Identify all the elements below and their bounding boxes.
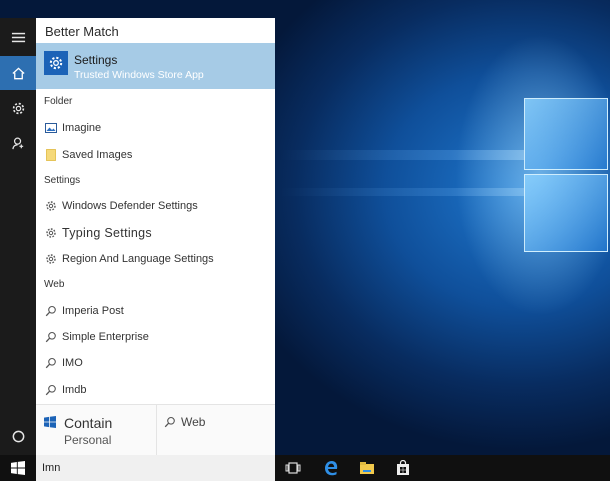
web-result-item[interactable]: Imperia Post <box>44 301 124 321</box>
file-explorer-button[interactable] <box>358 459 376 477</box>
power-icon <box>12 430 24 442</box>
windows-icon <box>11 461 25 475</box>
contain-title: Contain <box>64 415 113 431</box>
best-match-result[interactable]: Settings Trusted Windows Store App <box>36 43 275 89</box>
search-filter-bar: Contain Personal Web <box>36 404 275 456</box>
home-icon <box>11 66 25 79</box>
web-result-label: Simple Enterprise <box>62 331 149 343</box>
light-beam <box>280 150 524 160</box>
best-match-subtitle: Trusted Windows Store App <box>74 69 204 81</box>
settings-rail-button[interactable] <box>0 91 36 125</box>
windows-icon <box>44 416 56 428</box>
settings-result-item[interactable]: Windows Defender Settings <box>44 196 198 216</box>
settings-app-icon <box>44 51 68 75</box>
best-match-header: Better Match <box>45 24 119 39</box>
hamburger-menu-button[interactable] <box>0 20 36 54</box>
web-filter-label: Web <box>181 415 206 429</box>
folder-icon <box>44 149 57 162</box>
settings-section-header: Settings <box>44 175 81 186</box>
web-result-item[interactable]: IMO <box>44 353 83 373</box>
window-logo-pane <box>524 98 608 170</box>
settings-result-label: Region And Language Settings <box>62 253 214 265</box>
window-logo-pane <box>524 174 608 252</box>
settings-result-label: Typing Settings <box>62 226 152 240</box>
taskbar-search-box[interactable]: Imn <box>36 455 275 481</box>
settings-result-label: Windows Defender Settings <box>62 200 198 212</box>
task-view-icon <box>285 462 301 474</box>
task-view-button[interactable] <box>284 459 302 477</box>
light-beam <box>280 188 524 196</box>
settings-result-item[interactable]: Region And Language Settings <box>44 249 214 269</box>
image-folder-icon <box>44 122 57 135</box>
edge-browser-button[interactable] <box>322 459 340 477</box>
gear-icon <box>12 102 24 114</box>
search-icon <box>44 305 57 318</box>
gear-icon <box>44 227 57 240</box>
file-explorer-icon <box>360 462 374 474</box>
folder-result-item[interactable]: Saved Images <box>44 145 132 165</box>
web-result-item[interactable]: Imdb <box>44 380 86 400</box>
search-query-text: Imn <box>42 462 61 474</box>
feedback-button[interactable] <box>0 126 36 160</box>
search-icon <box>44 384 57 397</box>
start-button[interactable] <box>0 455 36 481</box>
power-button[interactable] <box>0 419 36 453</box>
store-icon <box>397 460 409 475</box>
web-result-label: Imperia Post <box>62 305 124 317</box>
web-result-item[interactable]: Simple Enterprise <box>44 327 149 347</box>
taskbar: Imn <box>0 455 610 481</box>
folder-section-header: Folder <box>44 96 73 107</box>
search-icon <box>164 416 175 428</box>
home-button[interactable] <box>0 56 36 90</box>
folder-result-label: Imagine <box>62 122 102 134</box>
folder-result-item[interactable]: Imagine <box>44 118 101 138</box>
gear-icon <box>44 253 57 266</box>
web-result-label: Imdb <box>62 384 87 396</box>
best-match-title: Settings <box>74 53 118 67</box>
store-button[interactable] <box>394 459 412 477</box>
start-left-rail <box>0 18 36 455</box>
settings-result-item[interactable]: Typing Settings <box>44 223 152 243</box>
web-result-label: IMO <box>62 357 83 369</box>
contain-personal-button[interactable]: Contain Personal <box>36 405 157 456</box>
contain-subtitle: Personal <box>64 433 112 447</box>
web-filter-button[interactable]: Web <box>164 415 205 429</box>
gear-icon <box>49 56 63 70</box>
web-section-header: Web <box>44 279 65 290</box>
gear-icon <box>44 200 57 213</box>
edge-icon <box>325 461 338 476</box>
search-icon <box>44 357 57 370</box>
folder-result-label: Saved Images <box>62 149 133 161</box>
hamburger-icon <box>11 32 25 42</box>
feedback-icon <box>11 137 23 149</box>
search-icon <box>44 331 57 344</box>
search-results-panel: Better Match Settings Trusted Windows St… <box>36 18 275 456</box>
